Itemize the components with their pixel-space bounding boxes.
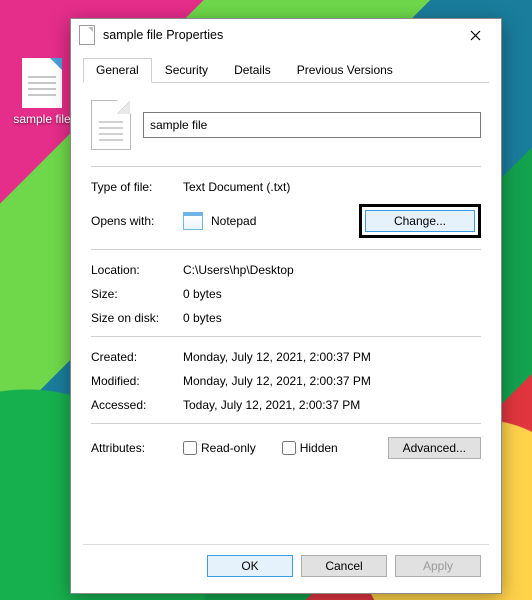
size-label: Size: [91,287,183,301]
type-of-file-label: Type of file: [91,180,183,194]
tabstrip: General Security Details Previous Versio… [83,57,489,83]
attributes-label: Attributes: [91,441,183,455]
cancel-button[interactable]: Cancel [301,555,387,577]
size-on-disk-label: Size on disk: [91,311,183,325]
type-of-file-value: Text Document (.txt) [183,180,481,194]
properties-dialog: sample file Properties General Security … [70,18,502,594]
divider [91,336,481,337]
hidden-checkbox-label: Hidden [300,441,338,455]
desktop-file-icon[interactable]: sample file [10,58,74,126]
divider [91,423,481,424]
tab-general[interactable]: General [83,58,152,83]
size-on-disk-value: 0 bytes [183,311,481,325]
accessed-value: Today, July 12, 2021, 2:00:37 PM [183,398,481,412]
readonly-checkbox-label: Read-only [201,441,256,455]
apply-button[interactable]: Apply [395,555,481,577]
readonly-checkbox-input[interactable] [183,441,197,455]
titlebar-file-icon [79,25,95,45]
filename-input[interactable] [143,112,481,138]
notepad-icon [183,212,203,230]
opens-with-value: Notepad [211,214,256,228]
divider [91,249,481,250]
file-type-icon [91,100,131,150]
accessed-label: Accessed: [91,398,183,412]
opens-with-label: Opens with: [91,214,183,228]
tab-previous-versions[interactable]: Previous Versions [284,58,406,83]
advanced-button[interactable]: Advanced... [388,437,481,459]
text-file-icon [22,58,62,108]
titlebar[interactable]: sample file Properties [71,19,501,51]
change-button[interactable]: Change... [365,210,475,232]
created-label: Created: [91,350,183,364]
size-value: 0 bytes [183,287,481,301]
location-value: C:\Users\hp\Desktop [183,263,481,277]
dialog-footer: OK Cancel Apply [83,544,489,583]
modified-value: Monday, July 12, 2021, 2:00:37 PM [183,374,481,388]
close-icon [470,30,481,41]
tab-details[interactable]: Details [221,58,284,83]
change-highlight-frame: Change... [359,204,481,238]
desktop-file-label: sample file [10,112,74,126]
readonly-checkbox[interactable]: Read-only [183,441,256,455]
modified-label: Modified: [91,374,183,388]
tab-security[interactable]: Security [152,58,221,83]
location-label: Location: [91,263,183,277]
divider [91,166,481,167]
hidden-checkbox-input[interactable] [282,441,296,455]
window-title: sample file Properties [103,28,455,42]
close-button[interactable] [455,21,495,49]
ok-button[interactable]: OK [207,555,293,577]
created-value: Monday, July 12, 2021, 2:00:37 PM [183,350,481,364]
hidden-checkbox[interactable]: Hidden [282,441,338,455]
general-panel: Type of file: Text Document (.txt) Opens… [83,83,489,544]
